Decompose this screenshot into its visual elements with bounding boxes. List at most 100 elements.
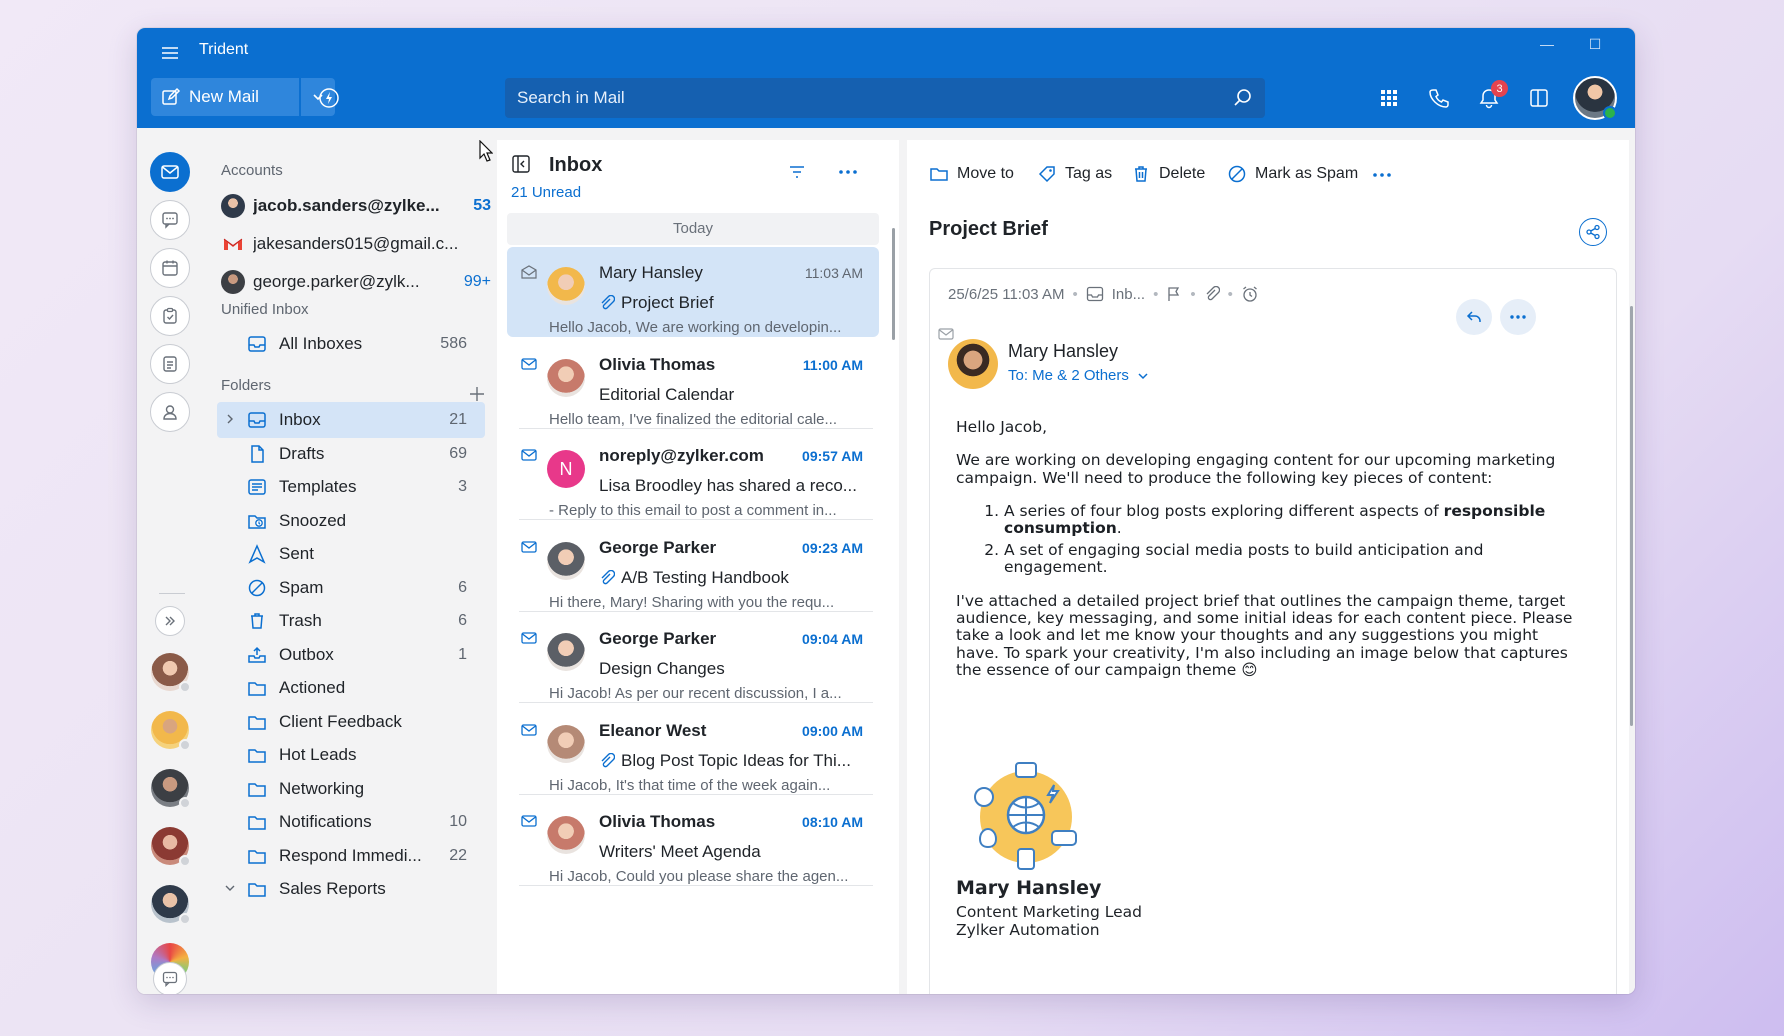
chevron-right-icon[interactable] bbox=[225, 414, 235, 424]
rail-chat-button[interactable] bbox=[150, 200, 190, 240]
folder-all-inboxes[interactable]: All Inboxes 586 bbox=[217, 326, 485, 362]
folder-spam[interactable]: Spam 6 bbox=[217, 570, 485, 606]
folder-snoozed[interactable]: Snoozed bbox=[217, 503, 485, 539]
account-name: jakesanders015@gmail.c... bbox=[253, 234, 459, 253]
notifications-button[interactable]: 3 bbox=[1475, 80, 1508, 112]
apps-button[interactable] bbox=[1375, 84, 1403, 112]
account-item-2[interactable]: jakesanders015@gmail.c... bbox=[221, 228, 491, 260]
toggle-panel-button[interactable] bbox=[1525, 84, 1553, 112]
rail-mail-button[interactable] bbox=[150, 152, 190, 192]
sender-avatar[interactable] bbox=[948, 339, 998, 389]
email-folder[interactable]: Inb... bbox=[1112, 286, 1145, 303]
quick-actions-button[interactable] bbox=[315, 84, 343, 112]
search-icon[interactable] bbox=[1233, 88, 1253, 108]
mail-list-item[interactable]: Olivia Thomas 11:00 AM Editorial Calendar H… bbox=[507, 339, 879, 429]
call-button[interactable] bbox=[1425, 84, 1453, 112]
folder-notifications[interactable]: Notifications 10 bbox=[217, 804, 485, 840]
folder-name: Actioned bbox=[279, 678, 346, 697]
mail-subject-text: Project Brief bbox=[621, 293, 714, 312]
flag-icon[interactable] bbox=[1166, 286, 1182, 302]
rail-notes-button[interactable] bbox=[150, 344, 190, 384]
folder-templates[interactable]: Templates 3 bbox=[217, 469, 485, 505]
collapse-pane-icon[interactable] bbox=[511, 154, 531, 174]
app-window: Trident — ☐ ✕ New Mail bbox=[137, 28, 1635, 994]
folder-respond-immedi[interactable]: Respond Immedi... 22 bbox=[217, 838, 485, 874]
mail-time: 09:57 AM bbox=[802, 448, 863, 464]
folder-inbox[interactable]: Inbox 21 bbox=[217, 402, 485, 438]
campaign-illustration[interactable] bbox=[966, 757, 1082, 873]
mail-list-item[interactable]: Nnoreply@zylker.com 09:57 AM Lisa Broodley… bbox=[507, 430, 879, 520]
alarm-clock-icon[interactable] bbox=[1241, 285, 1259, 303]
recipients-toggle[interactable]: To: Me & 2 Others bbox=[1008, 367, 1149, 384]
rail-contact-avatar-2[interactable] bbox=[151, 711, 191, 751]
folder-client-feedback[interactable]: Client Feedback bbox=[217, 704, 485, 740]
mail-list-item[interactable]: Mary Hansley 11:03 AM Project Brief Hello J… bbox=[507, 247, 879, 337]
reply-button[interactable] bbox=[1456, 299, 1492, 335]
envelope-unread-icon[interactable] bbox=[521, 631, 537, 645]
move-to-button[interactable]: Move to bbox=[929, 164, 1014, 184]
add-folder-icon[interactable] bbox=[469, 386, 485, 402]
paperclip-icon[interactable] bbox=[1204, 286, 1220, 302]
profile-avatar[interactable] bbox=[1573, 76, 1617, 120]
tag-as-button[interactable]: Tag as bbox=[1037, 164, 1112, 184]
more-options-icon[interactable] bbox=[837, 162, 859, 182]
share-button[interactable] bbox=[1579, 218, 1607, 246]
folder-sent[interactable]: Sent bbox=[217, 536, 485, 572]
folder-icon bbox=[248, 682, 266, 696]
account-name: jacob.sanders@zylke... bbox=[253, 196, 440, 215]
filter-icon[interactable] bbox=[787, 162, 807, 182]
paperclip-icon bbox=[601, 569, 615, 584]
envelope-unread-icon[interactable] bbox=[521, 723, 537, 737]
account-item-1[interactable]: jacob.sanders@zylke... 53 bbox=[221, 190, 491, 222]
mail-preview: Hi Jacob! As per our recent discussion, … bbox=[549, 685, 842, 702]
rail-contacts-button[interactable] bbox=[150, 392, 190, 432]
envelope-unread-icon[interactable] bbox=[521, 448, 537, 462]
hamburger-menu-icon[interactable] bbox=[159, 42, 181, 64]
folder-actioned[interactable]: Actioned bbox=[217, 670, 485, 706]
rail-contact-avatar-3[interactable] bbox=[151, 769, 191, 809]
mail-list-item[interactable]: George Parker 09:23 AM A/B Testing Handboo… bbox=[507, 522, 879, 612]
rail-contact-avatar-1[interactable] bbox=[151, 653, 191, 693]
email-more-button[interactable] bbox=[1500, 299, 1536, 335]
folder-name: Notifications bbox=[279, 812, 372, 831]
folder-sales-reports[interactable]: Sales Reports bbox=[217, 871, 485, 907]
sender-name[interactable]: Mary Hansley bbox=[1008, 341, 1118, 362]
new-mail-button[interactable]: New Mail bbox=[151, 78, 299, 116]
mail-time: 09:00 AM bbox=[802, 722, 863, 739]
folder-outbox[interactable]: Outbox 1 bbox=[217, 637, 485, 673]
envelope-unread-icon[interactable] bbox=[521, 814, 537, 828]
rail-contact-avatar-4[interactable] bbox=[151, 827, 191, 867]
folder-trash[interactable]: Trash 6 bbox=[217, 603, 485, 639]
envelope-unread-icon[interactable] bbox=[521, 357, 537, 371]
rail-tasks-button[interactable] bbox=[150, 296, 190, 336]
folder-hot-leads[interactable]: Hot Leads bbox=[217, 737, 485, 773]
rail-feedback-button[interactable] bbox=[153, 962, 187, 994]
mail-list-scrollbar[interactable] bbox=[892, 228, 895, 340]
unread-count[interactable]: 21 Unread bbox=[511, 184, 581, 201]
search-box[interactable] bbox=[505, 78, 1265, 118]
rail-calendar-button[interactable] bbox=[150, 248, 190, 288]
mail-time: 09:23 AM bbox=[802, 539, 863, 556]
sender-avatar bbox=[547, 358, 585, 397]
folder-networking[interactable]: Networking bbox=[217, 771, 485, 807]
maximize-button[interactable]: ☐ bbox=[1575, 36, 1615, 58]
mail-list-item[interactable]: Eleanor West 09:00 AM Blog Post Topic Idea… bbox=[507, 705, 879, 795]
rail-expand-button[interactable] bbox=[155, 606, 185, 636]
mail-list-item[interactable]: Olivia Thomas 08:10 AM Writers' Meet Agend… bbox=[507, 796, 879, 886]
more-actions-icon[interactable] bbox=[1371, 168, 1393, 182]
delete-button[interactable]: Delete bbox=[1131, 164, 1205, 184]
mail-list-item[interactable]: George Parker 09:04 AM Design Changes Hi Ja… bbox=[507, 613, 879, 703]
mail-subject: A/B Testing Handbook bbox=[599, 568, 861, 588]
minimize-button[interactable]: — bbox=[1527, 36, 1567, 58]
search-input[interactable] bbox=[517, 88, 1233, 108]
folder-drafts[interactable]: Drafts 69 bbox=[217, 436, 485, 472]
close-button[interactable]: ✕ bbox=[1623, 36, 1635, 58]
envelope-open-icon[interactable] bbox=[521, 265, 537, 279]
rail-contact-avatar-5[interactable] bbox=[151, 885, 191, 925]
chevron-down-icon[interactable] bbox=[225, 883, 235, 893]
account-item-3[interactable]: george.parker@zylk... 99+ bbox=[221, 266, 491, 298]
envelope-unread-icon[interactable] bbox=[521, 540, 537, 554]
account-avatar bbox=[221, 270, 245, 294]
mark-as-spam-button[interactable]: Mark as Spam bbox=[1227, 164, 1358, 184]
reading-pane-scrollbar[interactable] bbox=[1630, 306, 1633, 726]
